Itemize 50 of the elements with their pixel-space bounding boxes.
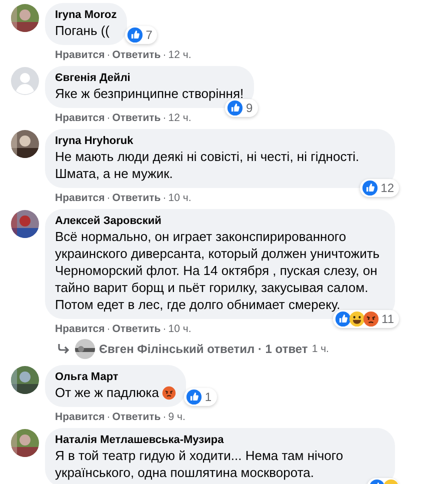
comment-text: Не мають люди деякі ні совісті, ні честі, ні гідності. Шмата, а не мужик. xyxy=(55,148,360,182)
like-link[interactable]: Нравится xyxy=(55,111,105,126)
comment-text: Всё нормально, он играет законспирированного украинского диверсанта, который должен уничтожить Черноморский флот. На 14 октября , пуская слезу, он тайно варит борщ и пьёт горилку, закусывая салом. Потом едет в лес, где долго обнимает смереку. xyxy=(55,228,381,313)
reaction-count[interactable]: 12 xyxy=(360,179,399,197)
separator-dot: · xyxy=(162,111,166,126)
comment-text: Погань (( xyxy=(55,22,110,39)
author-name[interactable]: Наталія Метлашевська-Музира xyxy=(55,433,385,447)
reaction-number: 1 xyxy=(204,390,213,404)
separator-dot: · xyxy=(106,322,110,337)
reply-link[interactable]: Ответить xyxy=(112,111,161,126)
separator-dot: · xyxy=(106,111,110,126)
reaction-number: 11 xyxy=(380,312,395,326)
author-name[interactable]: Євгенія Дейлі xyxy=(55,71,244,85)
comment-text: Яке ж безпринципне створіння! xyxy=(55,85,244,102)
author-name[interactable]: Ольга Март xyxy=(55,370,176,384)
reaction-number: 9 xyxy=(244,101,254,115)
like-link[interactable]: Нравится xyxy=(55,48,105,63)
author-name[interactable]: Iryna Moroz xyxy=(55,8,117,22)
author-name[interactable]: Iryna Hryhoruk xyxy=(55,134,385,148)
comment-text: Я в той театр гидую й ходити... Нема там нічого українського, одна пошлятина москворота. xyxy=(55,447,344,481)
comment-text: От же ж падлюка xyxy=(55,384,176,401)
separator-dot: · xyxy=(162,191,166,206)
reply-link[interactable]: Ответить xyxy=(112,322,161,337)
like-link[interactable]: Нравится xyxy=(55,322,105,337)
reply-link[interactable]: Ответить xyxy=(112,191,161,206)
comment-time[interactable]: 9 ч. xyxy=(168,410,186,425)
comment-time[interactable]: 12 ч. xyxy=(168,48,192,63)
separator-dot: · xyxy=(106,48,110,63)
separator-dot: · xyxy=(106,410,110,425)
author-name[interactable]: Алексей Заровский xyxy=(55,214,385,228)
reaction-count[interactable]: 1 xyxy=(184,388,217,406)
separator-dot: · xyxy=(106,191,110,206)
reaction-count[interactable]: 7 xyxy=(124,26,158,44)
separator-dot: · xyxy=(162,322,166,337)
separator-dot: · xyxy=(162,410,166,425)
reply-time: 1 ч. xyxy=(312,343,329,355)
reply-link[interactable]: Ответить xyxy=(112,48,161,63)
comment-time[interactable]: 10 ч. xyxy=(168,191,192,206)
reaction-number: 7 xyxy=(144,28,154,42)
comment-time[interactable]: 12 ч. xyxy=(168,111,192,126)
reply-arrow-icon xyxy=(57,343,71,355)
reaction-count[interactable]: 9 xyxy=(224,99,258,117)
reaction-count[interactable]: 11 xyxy=(332,310,399,328)
reaction-number: 12 xyxy=(380,181,395,195)
like-link[interactable]: Нравится xyxy=(55,191,105,206)
separator-dot: · xyxy=(162,48,166,63)
replies-link[interactable]: Євген Філінський ответил · 1 ответ xyxy=(99,342,308,356)
comment-time[interactable]: 10 ч. xyxy=(168,322,192,337)
reply-link[interactable]: Ответить xyxy=(112,410,161,425)
like-link[interactable]: Нравится xyxy=(55,410,105,425)
